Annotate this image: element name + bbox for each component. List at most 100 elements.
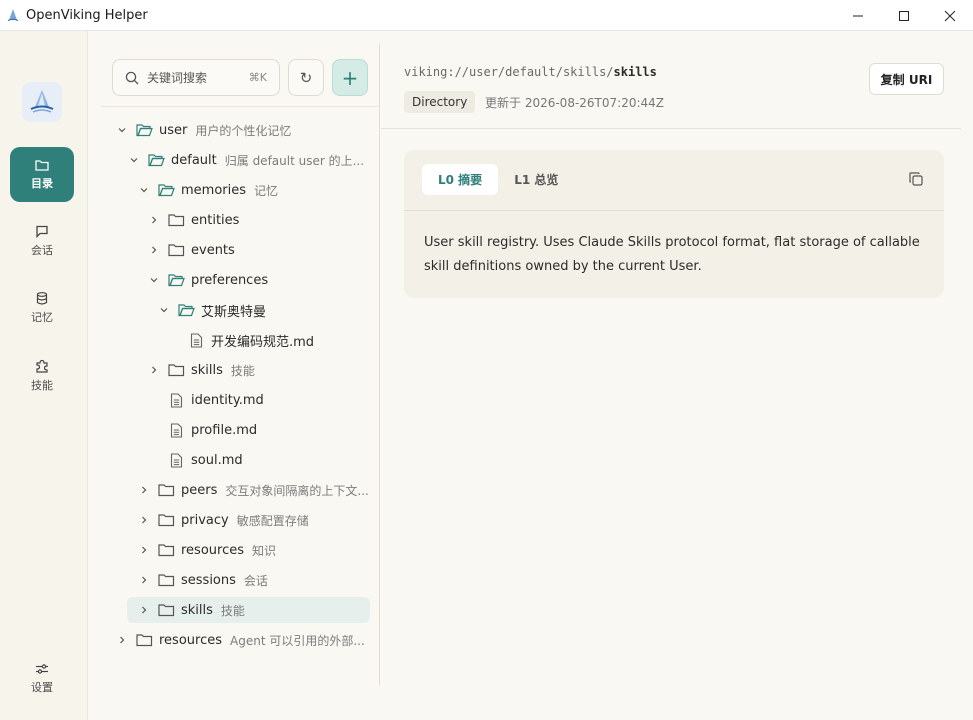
file-icon xyxy=(187,332,205,348)
tree-folder-row[interactable]: resources 知识 xyxy=(137,537,370,563)
folder-icon xyxy=(157,573,175,587)
tree-folder-row[interactable]: sessions 会话 xyxy=(137,567,370,593)
add-button[interactable]: + xyxy=(332,59,368,96)
folder-icon xyxy=(167,213,185,227)
uri-last-segment: skills xyxy=(613,65,657,79)
tree-folder-row[interactable]: memories 记忆 xyxy=(137,177,370,203)
tree-item-description: 记忆 xyxy=(254,183,279,198)
folder-open-icon xyxy=(157,183,175,197)
tree-folder-row[interactable]: privacy 敏感配置存储 xyxy=(137,507,370,533)
type-badge: Directory xyxy=(404,91,476,113)
copy-icon[interactable] xyxy=(908,171,924,191)
tree-item-description: 交互对象间隔离的上下文... xyxy=(225,483,369,498)
close-button[interactable] xyxy=(927,0,973,31)
app-logo-icon xyxy=(6,8,20,22)
tree-file-row[interactable]: 开发编码规范.md xyxy=(167,327,370,353)
nav-skills[interactable]: 技能 xyxy=(10,348,74,403)
tree-folder-row[interactable]: peers 交互对象间隔离的上下文... xyxy=(137,477,370,503)
tree-file-row[interactable]: soul.md xyxy=(147,447,370,473)
folder-open-icon xyxy=(147,153,165,167)
folder-open-icon xyxy=(177,303,195,317)
folder-icon xyxy=(167,363,185,377)
tree-item-name: entities xyxy=(191,212,240,228)
nav-settings[interactable]: 设置 xyxy=(10,651,74,706)
tree-folder-row[interactable]: entities xyxy=(147,207,370,233)
puzzle-icon xyxy=(36,359,48,373)
tree-item-description: 用户的个性化记忆 xyxy=(195,123,292,138)
chevron-right-icon[interactable] xyxy=(115,635,129,645)
tree-item-description: 归属 default user 的上... xyxy=(224,153,365,168)
search-icon xyxy=(125,71,139,84)
tab-l1-overview[interactable]: L1 总览 xyxy=(498,164,574,195)
divider xyxy=(101,106,380,107)
chevron-right-icon[interactable] xyxy=(147,245,161,255)
refresh-icon: ↻ xyxy=(299,68,313,87)
tree-folder-row[interactable]: preferences xyxy=(147,267,370,293)
search-input[interactable]: 关键词搜索 ⌘K xyxy=(112,59,280,96)
tree-folder-row[interactable]: skills 技能 xyxy=(147,357,370,383)
chat-icon xyxy=(36,225,48,238)
tree-folder-row[interactable]: resources Agent 可以引用的外部... xyxy=(115,627,370,653)
tree-file-row[interactable]: profile.md xyxy=(147,417,370,443)
tree-item-description: Agent 可以引用的外部... xyxy=(230,633,365,648)
tree-item-name: 开发编码规范.md xyxy=(211,334,315,350)
tree-panel: 关键词搜索 ⌘K ↻ + user 用户的个性化记忆 default 归属 defau… xyxy=(101,44,380,685)
tree-item-name: privacy xyxy=(181,512,229,528)
folder-icon xyxy=(157,513,175,527)
divider xyxy=(381,128,961,129)
folder-icon xyxy=(157,603,175,617)
tree-item-name: profile.md xyxy=(191,422,258,438)
nav-sessions[interactable]: 会话 xyxy=(10,214,74,269)
app-logo xyxy=(22,82,62,122)
file-icon xyxy=(167,422,185,438)
tree-folder-row[interactable]: user 用户的个性化记忆 xyxy=(115,117,370,143)
tree-item-name: peers xyxy=(181,482,218,498)
nav-directory[interactable]: 目录 xyxy=(10,147,74,202)
chevron-down-icon[interactable] xyxy=(115,125,129,135)
tree-item-name: identity.md xyxy=(191,392,264,408)
tab-l0-summary[interactable]: L0 摘要 xyxy=(422,164,499,195)
tree-folder-row[interactable]: skills 技能 xyxy=(127,597,370,623)
nav-memory-label: 记忆 xyxy=(31,311,53,324)
nav-settings-label: 设置 xyxy=(31,680,53,694)
tree-item-name: skills xyxy=(191,362,223,378)
refresh-button[interactable]: ↻ xyxy=(288,59,324,96)
chevron-right-icon[interactable] xyxy=(147,215,161,225)
tree-item-name: soul.md xyxy=(191,452,243,468)
title-bar: OpenViking Helper xyxy=(0,0,973,31)
database-icon xyxy=(36,292,48,305)
chevron-down-icon[interactable] xyxy=(157,305,171,315)
file-icon xyxy=(167,392,185,408)
tree-file-row[interactable]: identity.md xyxy=(147,387,370,413)
chevron-right-icon[interactable] xyxy=(137,605,151,615)
copy-uri-button[interactable]: 复制 URI xyxy=(869,63,944,95)
tree-folder-row[interactable]: events xyxy=(147,237,370,263)
tree-item-name: preferences xyxy=(191,272,269,288)
tree-item-name: resources xyxy=(181,542,245,558)
tree-item-name: memories xyxy=(181,182,247,198)
sliders-icon xyxy=(36,663,48,674)
maximize-button[interactable] xyxy=(881,0,927,31)
nav-skills-label: 技能 xyxy=(31,378,53,392)
tree-item-name: user xyxy=(159,122,188,138)
chevron-right-icon[interactable] xyxy=(137,545,151,555)
chevron-down-icon[interactable] xyxy=(127,155,141,165)
folder-open-icon xyxy=(167,273,185,287)
nav-memory[interactable]: 记忆 xyxy=(10,281,74,336)
uri-path: viking://user/default/skills/skills xyxy=(404,65,657,79)
chevron-down-icon[interactable] xyxy=(137,185,151,195)
tree-item-name: 艾斯奥特曼 xyxy=(201,304,267,320)
chevron-right-icon[interactable] xyxy=(137,575,151,585)
file-icon xyxy=(167,452,185,468)
tree-folder-row[interactable]: default 归属 default user 的上... xyxy=(127,147,370,173)
chevron-right-icon[interactable] xyxy=(137,485,151,495)
chevron-right-icon[interactable] xyxy=(137,515,151,525)
updated-timestamp: 更新于 2026-08-26T07:20:44Z xyxy=(485,96,664,110)
tree-item-name: sessions xyxy=(181,572,236,588)
chevron-down-icon[interactable] xyxy=(147,275,161,285)
tree-item-description: 会话 xyxy=(243,573,268,588)
tree-folder-row[interactable]: 艾斯奥特曼 xyxy=(157,297,370,323)
chevron-right-icon[interactable] xyxy=(147,365,161,375)
summary-card: L0 摘要 L1 总览 User skill registry. Uses Cl… xyxy=(404,150,944,298)
minimize-button[interactable] xyxy=(835,0,881,31)
